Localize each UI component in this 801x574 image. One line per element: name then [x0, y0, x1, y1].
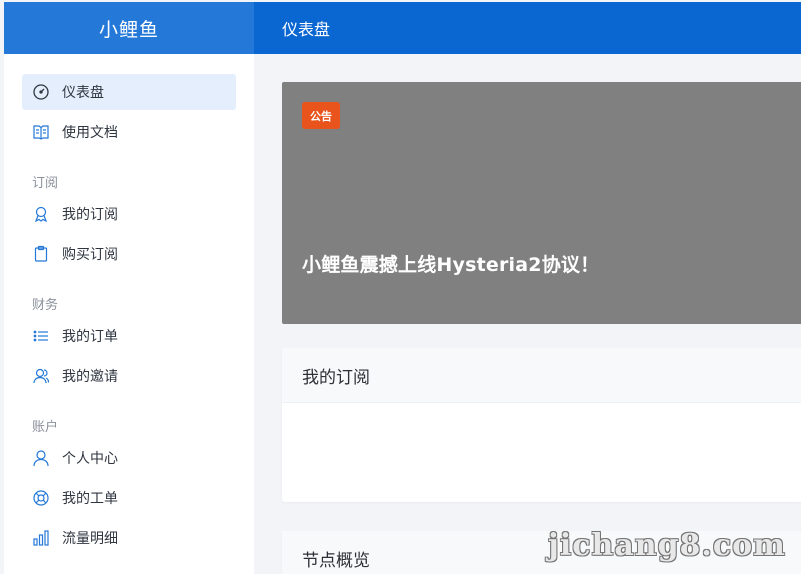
sidebar-item-label: 流量明细 [62, 531, 118, 547]
gauge-icon [32, 83, 50, 101]
watermark: jichang8.com [548, 528, 786, 563]
sidebar: 仪表盘 使用文档 订阅 我的订阅 购买订阅 财务 我的订单 我的邀请 账户 个人… [4, 54, 254, 574]
sidebar-item-label: 仪表盘 [62, 85, 104, 101]
sidebar-item-label: 我的订单 [62, 329, 118, 345]
sidebar-item-profile[interactable]: 个人中心 [22, 440, 236, 476]
sidebar-item-tickets[interactable]: 我的工单 [22, 480, 236, 516]
main-content: 公告 小鲤鱼震撼上线Hysteria2协议！ 我的订阅 节点概览 [254, 54, 801, 574]
book-icon [32, 123, 50, 141]
award-icon [32, 205, 50, 223]
list-icon [32, 327, 50, 345]
sidebar-item-dashboard[interactable]: 仪表盘 [22, 74, 236, 110]
lifebuoy-icon [32, 489, 50, 507]
sidebar-item-traffic[interactable]: 流量明细 [22, 520, 236, 556]
sidebar-item-my-invites[interactable]: 我的邀请 [22, 358, 236, 394]
notice-banner[interactable]: 公告 小鲤鱼震撼上线Hysteria2协议！ [282, 82, 801, 324]
sidebar-item-label: 我的工单 [62, 491, 118, 507]
sidebar-item-docs[interactable]: 使用文档 [22, 114, 236, 150]
clipboard-icon [32, 245, 50, 263]
sidebar-item-label: 购买订阅 [62, 247, 118, 263]
subscription-card: 我的订阅 [282, 348, 801, 502]
section-label-account: 账户 [32, 420, 59, 435]
sidebar-item-label: 个人中心 [62, 451, 118, 467]
sidebar-item-label: 我的邀请 [62, 369, 118, 385]
bar-chart-icon [32, 529, 50, 547]
subscription-card-title: 我的订阅 [282, 348, 801, 403]
page-title: 仪表盘 [282, 20, 331, 39]
top-header: 小鲤鱼 仪表盘 [4, 2, 801, 54]
sidebar-item-my-subscription[interactable]: 我的订阅 [22, 196, 236, 232]
notice-badge: 公告 [302, 102, 340, 129]
user-icon [32, 449, 50, 467]
notice-title[interactable]: 小鲤鱼震撼上线Hysteria2协议！ [302, 250, 599, 277]
sidebar-item-buy-subscription[interactable]: 购买订阅 [22, 236, 236, 272]
app-frame: 小鲤鱼 仪表盘 仪表盘 使用文档 订阅 我的订阅 购买订阅 财务 我的订单 我的… [0, 0, 801, 574]
users-icon [32, 367, 50, 385]
section-label-finance: 财务 [32, 298, 59, 313]
brand-logo[interactable]: 小鲤鱼 [4, 2, 254, 54]
sidebar-item-my-orders[interactable]: 我的订单 [22, 318, 236, 354]
sidebar-item-label: 使用文档 [62, 125, 118, 141]
section-label-subscription: 订阅 [32, 176, 59, 191]
sidebar-item-label: 我的订阅 [62, 207, 118, 223]
